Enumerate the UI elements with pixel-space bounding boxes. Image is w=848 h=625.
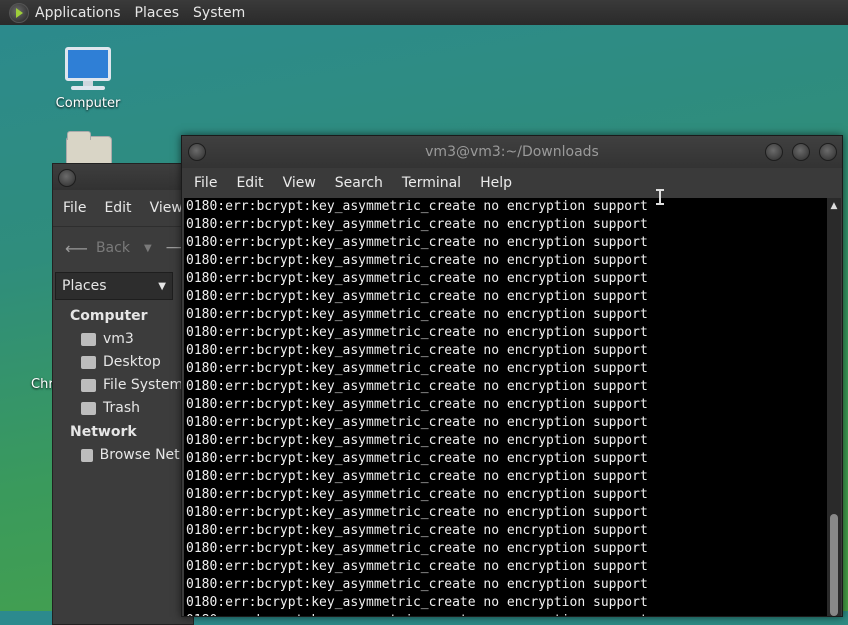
dropdown-caret-icon: ▼: [158, 280, 166, 292]
file-manager-window: File Edit View ⟵ Back ▼ ⟶ Places ▼ Compu…: [52, 163, 194, 625]
term-menu-terminal[interactable]: Terminal: [402, 175, 461, 191]
applications-logo-icon[interactable]: [9, 2, 29, 23]
terminal-line: 0180:err:bcrypt:key_asymmetric_create no…: [186, 289, 648, 304]
file-manager-menubar: File Edit View: [53, 190, 193, 226]
desktop-icon-label: Computer: [55, 96, 121, 111]
places-selector-label: Places: [62, 278, 107, 294]
file-manager-titlebar[interactable]: [53, 164, 193, 190]
back-button[interactable]: Back: [96, 240, 130, 256]
sidebar-heading-network: Network: [70, 424, 137, 440]
sidebar-item-label: vm3: [103, 331, 134, 347]
file-manager-toolbar: ⟵ Back ▼ ⟶: [53, 226, 193, 269]
terminal-line: 0180:err:bcrypt:key_asymmetric_create no…: [186, 397, 648, 412]
terminal-line: 0180:err:bcrypt:key_asymmetric_create no…: [184, 612, 827, 616]
terminal-line: 0180:err:bcrypt:key_asymmetric_create no…: [186, 577, 648, 592]
terminal-line: 0180:err:bcrypt:key_asymmetric_create no…: [186, 469, 648, 484]
window-menu-icon[interactable]: [58, 169, 76, 187]
sidebar-item-label: Desktop: [103, 354, 161, 370]
desktop-icon-computer[interactable]: Computer: [52, 47, 124, 111]
home-icon: [81, 332, 96, 346]
sidebar-item-trash[interactable]: Trash: [53, 397, 193, 420]
scroll-up-arrow-icon[interactable]: ▲: [827, 198, 841, 211]
terminal-line: 0180:err:bcrypt:key_asymmetric_create no…: [186, 325, 648, 340]
term-menu-search[interactable]: Search: [335, 175, 383, 191]
terminal-title: vm3@vm3:~/Downloads: [425, 144, 599, 160]
scrollbar-thumb[interactable]: [830, 514, 838, 616]
menu-applications[interactable]: Applications: [35, 5, 121, 21]
sidebar-item-label: Trash: [103, 400, 140, 416]
terminal-line: 0180:err:bcrypt:key_asymmetric_create no…: [186, 235, 648, 250]
terminal-titlebar[interactable]: vm3@vm3:~/Downloads: [182, 136, 842, 168]
terminal-window: vm3@vm3:~/Downloads File Edit View Searc…: [181, 135, 843, 617]
term-menu-help[interactable]: Help: [480, 175, 512, 191]
terminal-line: 0180:err:bcrypt:key_asymmetric_create no…: [186, 379, 648, 394]
terminal-line: 0180:err:bcrypt:key_asymmetric_create no…: [186, 451, 648, 466]
close-icon[interactable]: [819, 143, 837, 161]
terminal-line: 0180:err:bcrypt:key_asymmetric_create no…: [186, 253, 648, 268]
computer-icon: [52, 47, 124, 90]
sidebar-item-label: File System: [103, 377, 184, 393]
terminal-line: 0180:err:bcrypt:key_asymmetric_create no…: [186, 199, 648, 214]
terminal-line: 0180:err:bcrypt:key_asymmetric_create no…: [186, 343, 648, 358]
terminal-line: 0180:err:bcrypt:key_asymmetric_create no…: [186, 433, 648, 448]
desktop-icon-partial-label: Chr: [31, 377, 54, 392]
terminal-line: 0180:err:bcrypt:key_asymmetric_create no…: [186, 595, 648, 610]
places-selector[interactable]: Places ▼: [55, 272, 173, 300]
minimize-icon[interactable]: [765, 143, 783, 161]
maximize-icon[interactable]: [792, 143, 810, 161]
terminal-line: 0180:err:bcrypt:key_asymmetric_create no…: [186, 505, 648, 520]
terminal-scrollbar[interactable]: ▲: [827, 198, 841, 616]
network-icon: [81, 448, 93, 462]
file-manager-sidebar: Computer vm3 Desktop File System Trash N…: [53, 304, 193, 467]
terminal-line: 0180:err:bcrypt:key_asymmetric_create no…: [186, 523, 648, 538]
sidebar-item-vm3[interactable]: vm3: [53, 328, 193, 351]
drive-icon: [81, 378, 96, 392]
menu-system[interactable]: System: [193, 5, 245, 21]
top-panel: Applications Places System: [0, 0, 848, 25]
term-menu-file[interactable]: File: [194, 175, 217, 191]
sidebar-heading-computer: Computer: [70, 308, 148, 324]
chevron-down-icon[interactable]: ▼: [144, 243, 152, 254]
terminal-line: 0180:err:bcrypt:key_asymmetric_create no…: [186, 271, 648, 286]
terminal-line: 0180:err:bcrypt:key_asymmetric_create no…: [186, 541, 648, 556]
terminal-menubar: File Edit View Search Terminal Help: [182, 168, 842, 198]
term-menu-edit[interactable]: Edit: [236, 175, 263, 191]
sidebar-item-label: Browse Net...: [99, 447, 193, 463]
terminal-output[interactable]: 0180:err:bcrypt:key_asymmetric_create no…: [184, 198, 827, 616]
fm-menu-file[interactable]: File: [63, 200, 86, 216]
terminal-line: 0180:err:bcrypt:key_asymmetric_create no…: [186, 487, 648, 502]
term-menu-view[interactable]: View: [283, 175, 316, 191]
sidebar-item-desktop[interactable]: Desktop: [53, 351, 193, 374]
terminal-line: 0180:err:bcrypt:key_asymmetric_create no…: [186, 415, 648, 430]
menu-places[interactable]: Places: [135, 5, 180, 21]
window-menu-icon[interactable]: [188, 143, 206, 161]
terminal-line: 0180:err:bcrypt:key_asymmetric_create no…: [186, 217, 648, 232]
fm-menu-view[interactable]: View: [150, 200, 183, 216]
fm-menu-edit[interactable]: Edit: [104, 200, 131, 216]
sidebar-item-file-system[interactable]: File System: [53, 374, 193, 397]
back-arrow-icon: ⟵: [65, 238, 88, 258]
terminal-line: 0180:err:bcrypt:key_asymmetric_create no…: [186, 559, 648, 574]
desktop-icon: [81, 355, 96, 369]
sidebar-item-browse-network[interactable]: Browse Net...: [53, 444, 193, 467]
trash-icon: [81, 401, 96, 415]
terminal-line: 0180:err:bcrypt:key_asymmetric_create no…: [186, 307, 648, 322]
text-cursor-icon: [656, 189, 664, 205]
terminal-line: 0180:err:bcrypt:key_asymmetric_create no…: [186, 361, 648, 376]
